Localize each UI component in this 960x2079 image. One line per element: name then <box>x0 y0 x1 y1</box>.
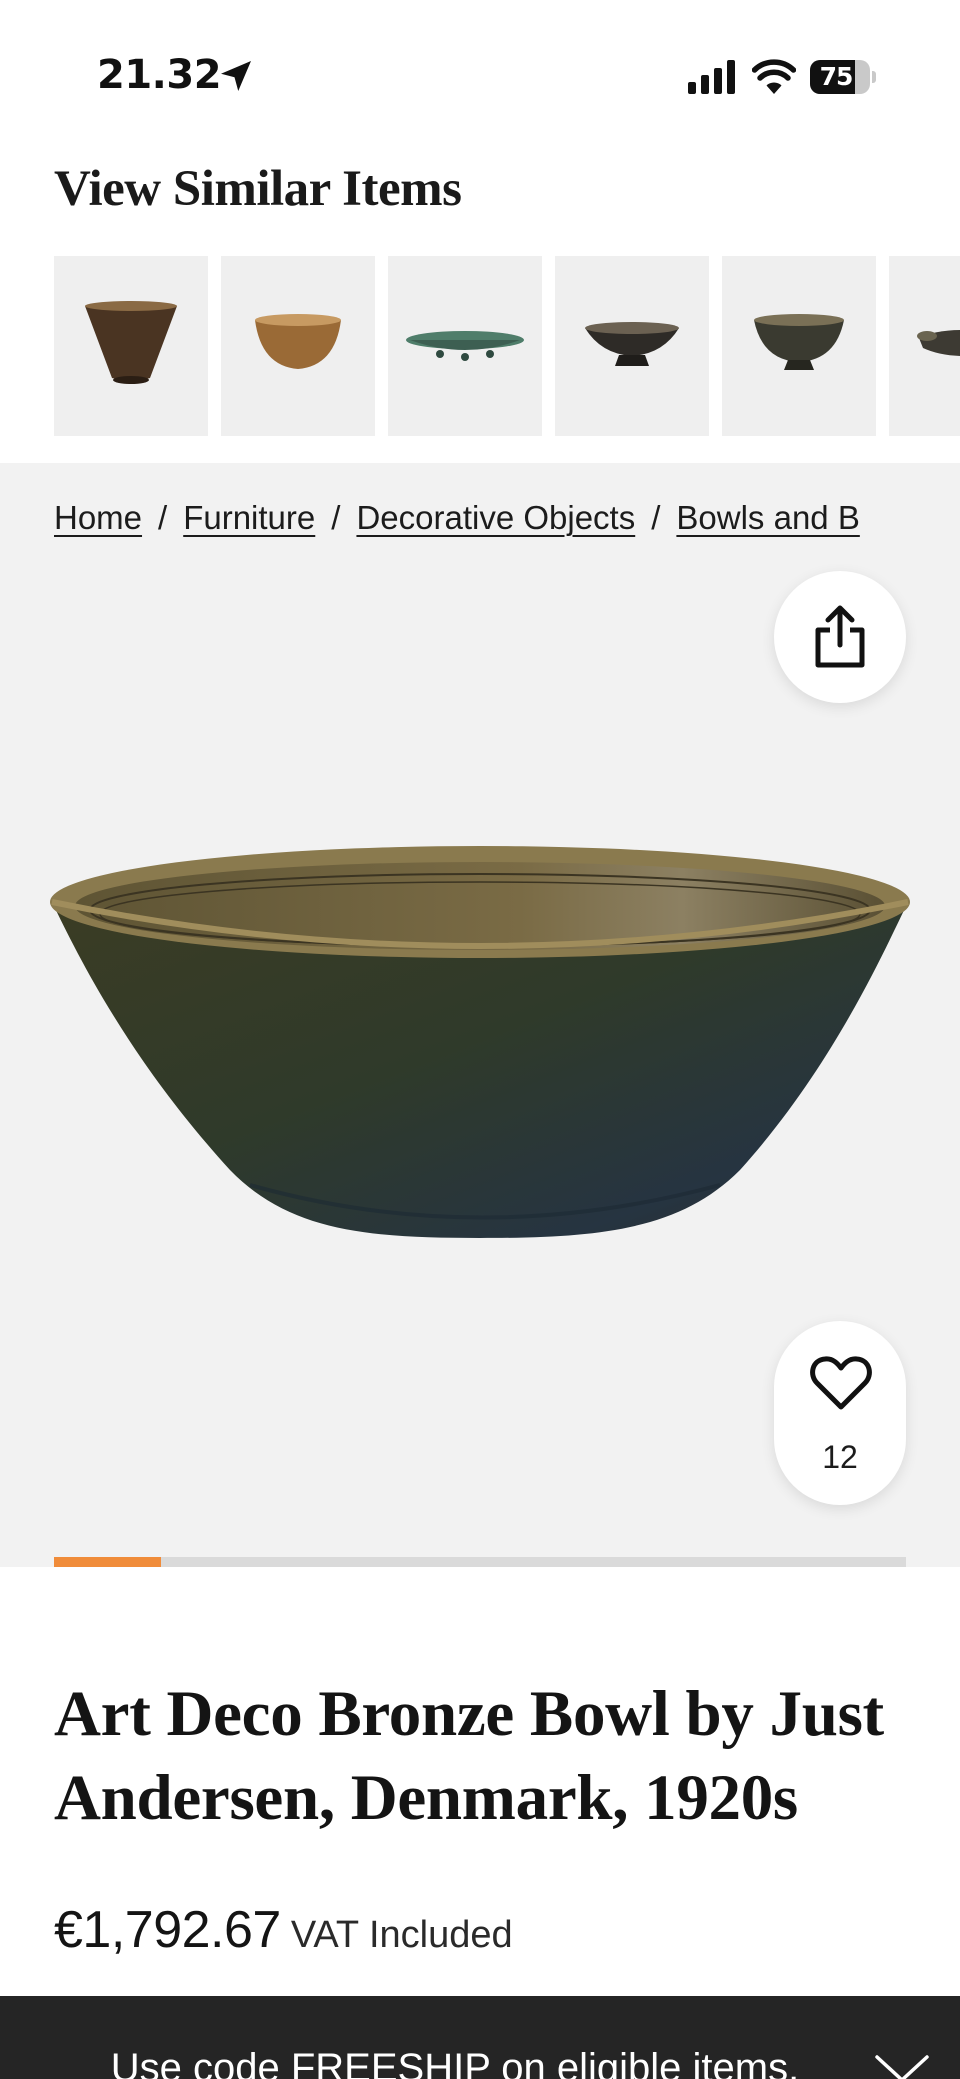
battery-percentage: 75 <box>819 62 854 91</box>
promo-banner[interactable]: Use code FREESHIP on eligible items. <box>0 1996 960 2079</box>
heart-icon <box>810 1356 872 1410</box>
green-footed-dish-icon <box>406 331 524 361</box>
favorite-button[interactable]: 12 <box>774 1321 906 1505</box>
partial-bowl-icon <box>917 330 960 356</box>
similar-item-thumbnail[interactable] <box>889 256 960 436</box>
breadcrumb-separator: / <box>331 499 341 536</box>
share-button[interactable] <box>774 571 906 703</box>
gallery-progress-track <box>54 1557 906 1567</box>
similar-items-carousel[interactable] <box>54 256 960 436</box>
wifi-icon <box>752 59 796 94</box>
breadcrumb-separator: / <box>651 499 661 536</box>
location-arrow-icon <box>221 61 251 91</box>
battery-icon: 75 <box>810 60 876 94</box>
dark-footed-bowl-icon <box>585 322 679 366</box>
similar-item-thumbnail[interactable] <box>388 256 542 436</box>
breadcrumb-separator: / <box>158 499 168 536</box>
gallery-progress-bar <box>54 1557 161 1567</box>
breadcrumb-bowls[interactable]: Bowls and B <box>676 499 859 536</box>
dark-pedestal-bowl-icon <box>754 314 844 370</box>
similar-items-title: View Similar Items <box>54 161 462 217</box>
breadcrumb-furniture[interactable]: Furniture <box>183 499 315 536</box>
breadcrumb-home[interactable]: Home <box>54 499 142 536</box>
product-image-bronze-bowl[interactable] <box>40 840 920 1258</box>
similar-item-thumbnail[interactable] <box>221 256 375 436</box>
chevron-down-icon[interactable] <box>874 2054 930 2079</box>
price-row: €1,792.67 VAT Included <box>54 1900 513 1960</box>
similar-item-thumbnail[interactable] <box>555 256 709 436</box>
similar-item-thumbnail[interactable] <box>722 256 876 436</box>
favorites-count: 12 <box>822 1439 858 1475</box>
product-gallery[interactable]: Home / Furniture / Decorative Objects / Bowls … <box>0 463 960 1567</box>
breadcrumb-decorative-objects[interactable]: Decorative Objects <box>356 499 635 536</box>
status-time: 21.32 <box>97 52 222 98</box>
product-price: €1,792.67 <box>54 1901 281 1959</box>
status-bar: 21.32 75 <box>0 0 960 150</box>
cellular-signal-icon <box>688 60 735 94</box>
conical-bronze-bowl-icon <box>85 301 177 384</box>
share-icon <box>815 605 865 668</box>
vat-label: VAT Included <box>290 1914 513 1956</box>
product-title: Art Deco Bronze Bowl by Just Andersen, D… <box>54 1678 884 1834</box>
breadcrumb: Home / Furniture / Decorative Objects / Bowls … <box>54 499 906 543</box>
similar-item-thumbnail[interactable] <box>54 256 208 436</box>
promo-text: Use code FREESHIP on eligible items. <box>110 2046 800 2079</box>
copper-bowl-icon <box>255 314 341 369</box>
